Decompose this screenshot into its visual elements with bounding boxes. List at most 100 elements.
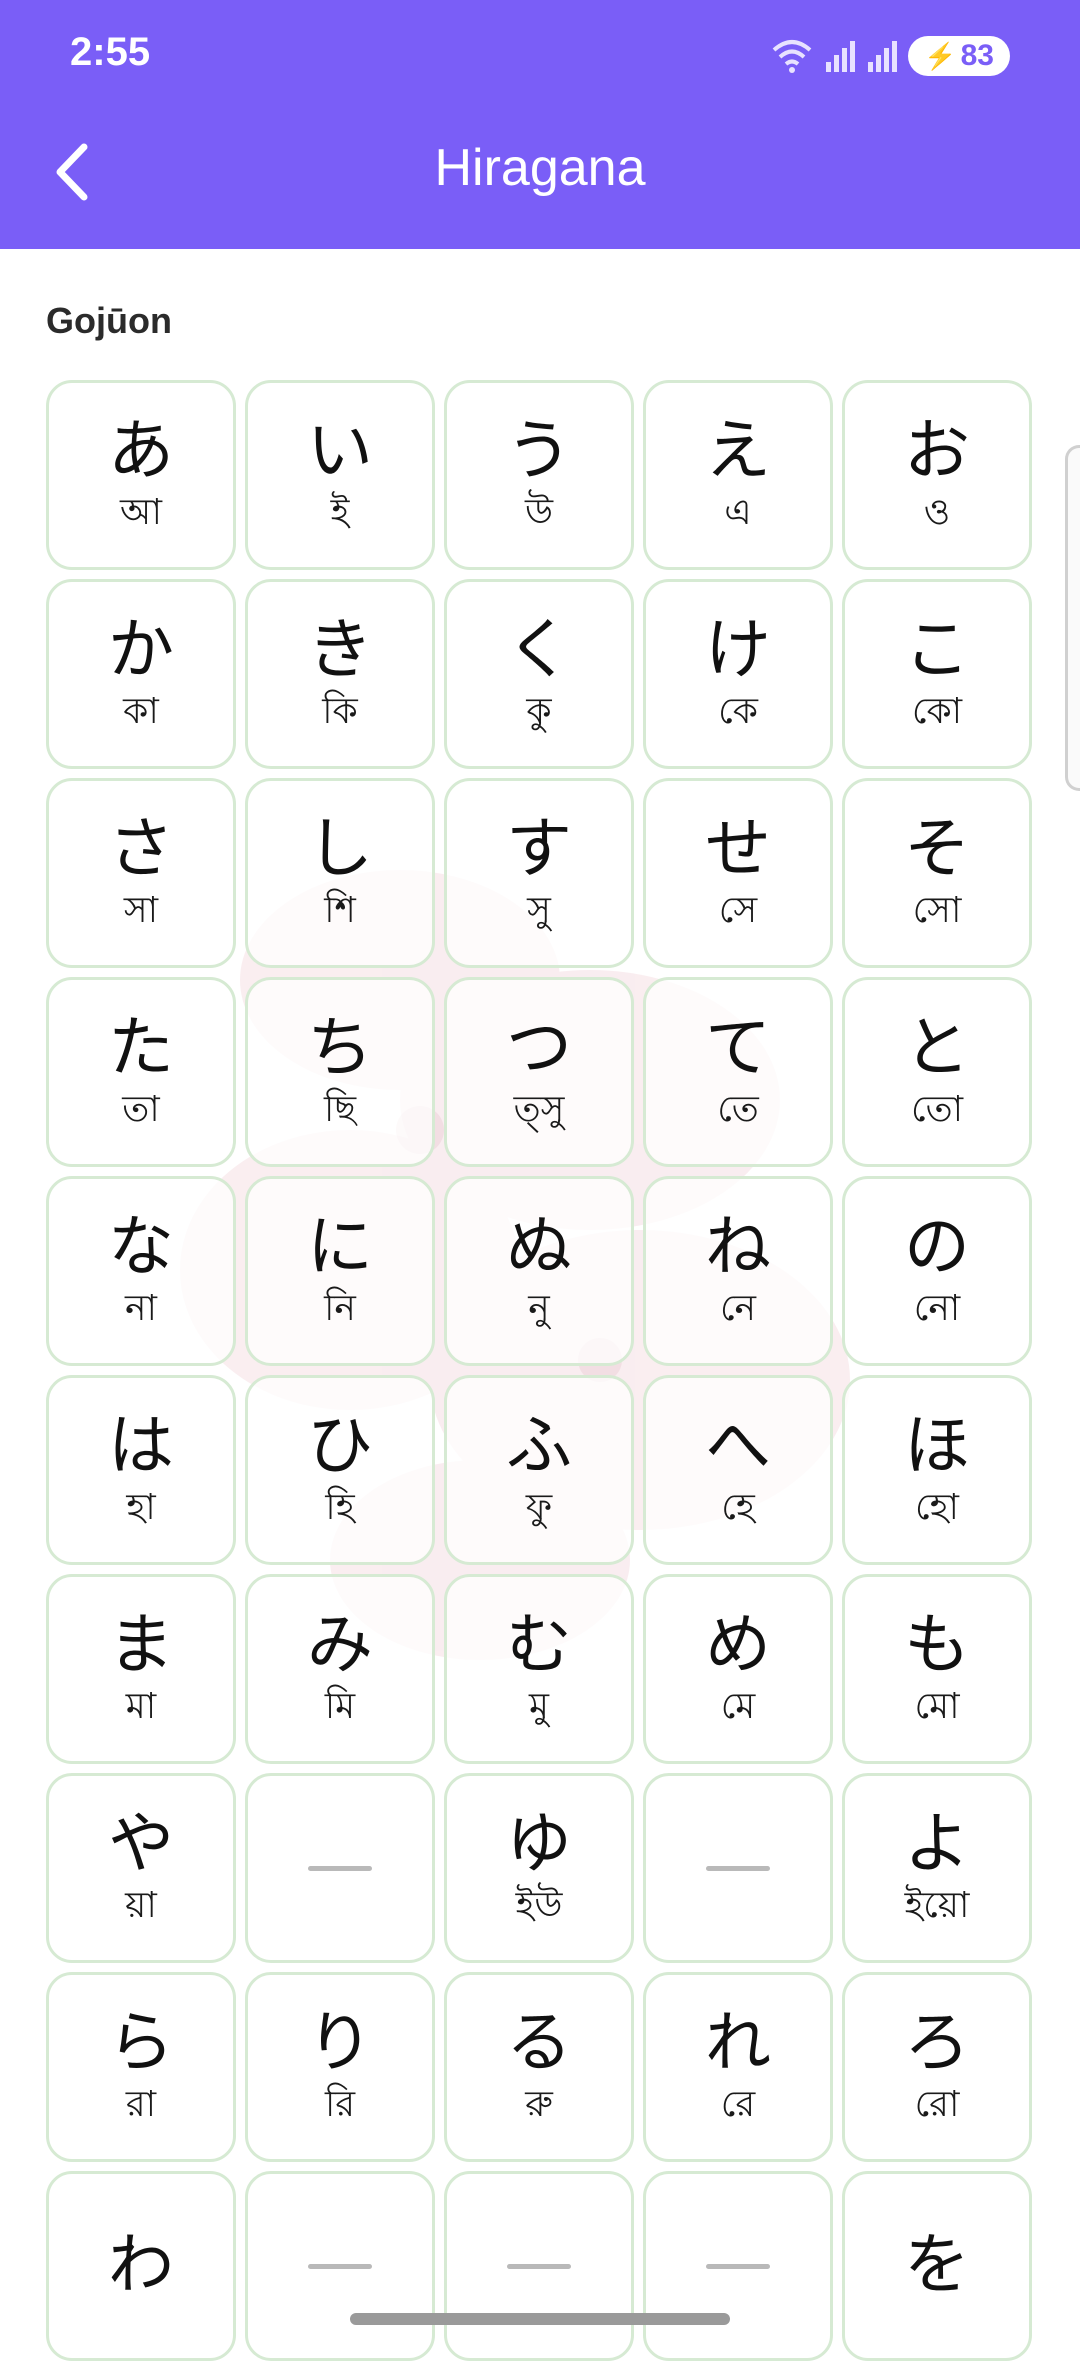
kana-cell-empty[interactable] [444, 2171, 634, 2361]
kana-character: も [904, 1606, 970, 1683]
kana-character: を [904, 2226, 970, 2303]
kana-cell[interactable]: ろ রো [842, 1972, 1032, 2162]
kana-character: ふ [506, 1407, 572, 1484]
kana-cell[interactable]: ね নে [643, 1176, 833, 1366]
kana-cell[interactable]: に নি [245, 1176, 435, 1366]
page-title: Hiragana [434, 139, 646, 197]
kana-cell[interactable]: れ রে [643, 1972, 833, 2162]
kana-character: め [705, 1606, 771, 1683]
kana-cell[interactable]: か কা [46, 579, 236, 769]
kana-reading: মু [529, 1686, 549, 1727]
kana-cell[interactable]: よ ইয়ো [842, 1773, 1032, 1963]
kana-character: ま [108, 1606, 174, 1683]
kana-cell[interactable]: は হা [46, 1375, 236, 1565]
kana-cell-empty[interactable] [643, 1773, 833, 1963]
kana-reading: ইউ [515, 1885, 563, 1926]
kana-character: は [108, 1407, 174, 1484]
kana-cell[interactable]: わ [46, 2171, 236, 2361]
kana-cell[interactable]: し শি [245, 778, 435, 968]
app-bar: 2:55 ⚡ 83 Hiragana [0, 0, 1080, 249]
kana-reading: কু [526, 691, 552, 732]
kana-reading: ইয়ো [904, 1885, 970, 1926]
kana-reading: নি [324, 1288, 356, 1329]
kana-cell[interactable]: せ সে [643, 778, 833, 968]
kana-cell[interactable]: へ হে [643, 1375, 833, 1565]
kana-cell[interactable]: る রু [444, 1972, 634, 2162]
battery-level: 83 [960, 39, 994, 72]
kana-cell[interactable]: を [842, 2171, 1032, 2361]
kana-character: ら [108, 2004, 174, 2081]
kana-reading: হো [915, 1487, 959, 1528]
kana-reading: সো [912, 890, 962, 931]
kana-cell[interactable]: ら রা [46, 1972, 236, 2162]
kana-reading: নে [719, 1288, 757, 1329]
scrollbar[interactable] [1065, 445, 1080, 791]
kana-reading: মা [125, 1686, 157, 1727]
kana-cell[interactable]: いই [245, 380, 435, 570]
kana-cell[interactable]: さ সা [46, 778, 236, 968]
kana-character: む [506, 1606, 572, 1683]
kana-character: く [506, 611, 572, 688]
empty-dash [706, 2263, 770, 2269]
kana-cell[interactable]: き কি [245, 579, 435, 769]
kana-character: れ [705, 2004, 771, 2081]
kana-cell-empty[interactable] [245, 1773, 435, 1963]
kana-character: よ [904, 1805, 970, 1882]
kana-character: ろ [904, 2004, 970, 2081]
kana-cell[interactable]: く কু [444, 579, 634, 769]
kana-cell[interactable]: と তো [842, 977, 1032, 1167]
kana-cell[interactable]: め মে [643, 1574, 833, 1764]
signal-icon-2 [868, 41, 898, 72]
kana-cell[interactable]: み মি [245, 1574, 435, 1764]
kana-cell[interactable]: す সু [444, 778, 634, 968]
kana-cell[interactable]: の নো [842, 1176, 1032, 1366]
kana-cell-empty[interactable] [245, 2171, 435, 2361]
kana-reading: সু [527, 890, 551, 931]
kana-cell[interactable]: ふ ফু [444, 1375, 634, 1565]
kana-character: ゆ [506, 1805, 572, 1882]
kana-cell[interactable]: り রি [245, 1972, 435, 2162]
empty-dash [308, 2263, 372, 2269]
kana-character: し [307, 810, 373, 887]
kana-cell[interactable]: そ সো [842, 778, 1032, 968]
kana-reading: তো [910, 1089, 964, 1130]
kana-cell[interactable]: こ কো [842, 579, 1032, 769]
kana-cell[interactable]: ひ হি [245, 1375, 435, 1565]
kana-cell[interactable]: あআ [46, 380, 236, 570]
kana-cell[interactable]: や য়া [46, 1773, 236, 1963]
kana-cell[interactable]: け কে [643, 579, 833, 769]
kana-reading: আ [120, 492, 162, 533]
kana-character: せ [705, 810, 771, 887]
kana-cell[interactable]: ま মা [46, 1574, 236, 1764]
kana-character: へ [705, 1407, 771, 1484]
kana-character: ち [307, 1009, 373, 1086]
kana-cell[interactable]: えএ [643, 380, 833, 570]
kana-cell[interactable]: ち ছি [245, 977, 435, 1167]
kana-character: ほ [904, 1407, 970, 1484]
kana-cell[interactable]: ぬ নু [444, 1176, 634, 1366]
kana-cell[interactable]: ゆ ইউ [444, 1773, 634, 1963]
kana-reading: হা [126, 1487, 156, 1528]
kana-cell[interactable]: つ ত্সু [444, 977, 634, 1167]
kana-reading: হে [721, 1487, 755, 1528]
kana-cell[interactable]: も মো [842, 1574, 1032, 1764]
kana-cell[interactable]: おও [842, 380, 1032, 570]
kana-character: み [307, 1606, 373, 1683]
kana-character: わ [108, 2226, 174, 2303]
kana-reading: রি [324, 2084, 356, 2125]
kana-character: な [108, 1208, 174, 1285]
signal-icon [826, 41, 856, 72]
kana-cell[interactable]: た তা [46, 977, 236, 1167]
kana-cell[interactable]: うউ [444, 380, 634, 570]
kana-character: す [506, 810, 572, 887]
kana-reading: রো [914, 2084, 960, 2125]
kana-reading: সা [123, 890, 159, 931]
kana-reading: কে [718, 691, 758, 732]
kana-cell[interactable]: な না [46, 1176, 236, 1366]
kana-cell[interactable]: む মু [444, 1574, 634, 1764]
gesture-bar[interactable] [350, 2313, 730, 2325]
kana-reading: ছি [323, 1089, 357, 1130]
kana-cell-empty[interactable] [643, 2171, 833, 2361]
kana-cell[interactable]: ほ হো [842, 1375, 1032, 1565]
kana-cell[interactable]: て তে [643, 977, 833, 1167]
